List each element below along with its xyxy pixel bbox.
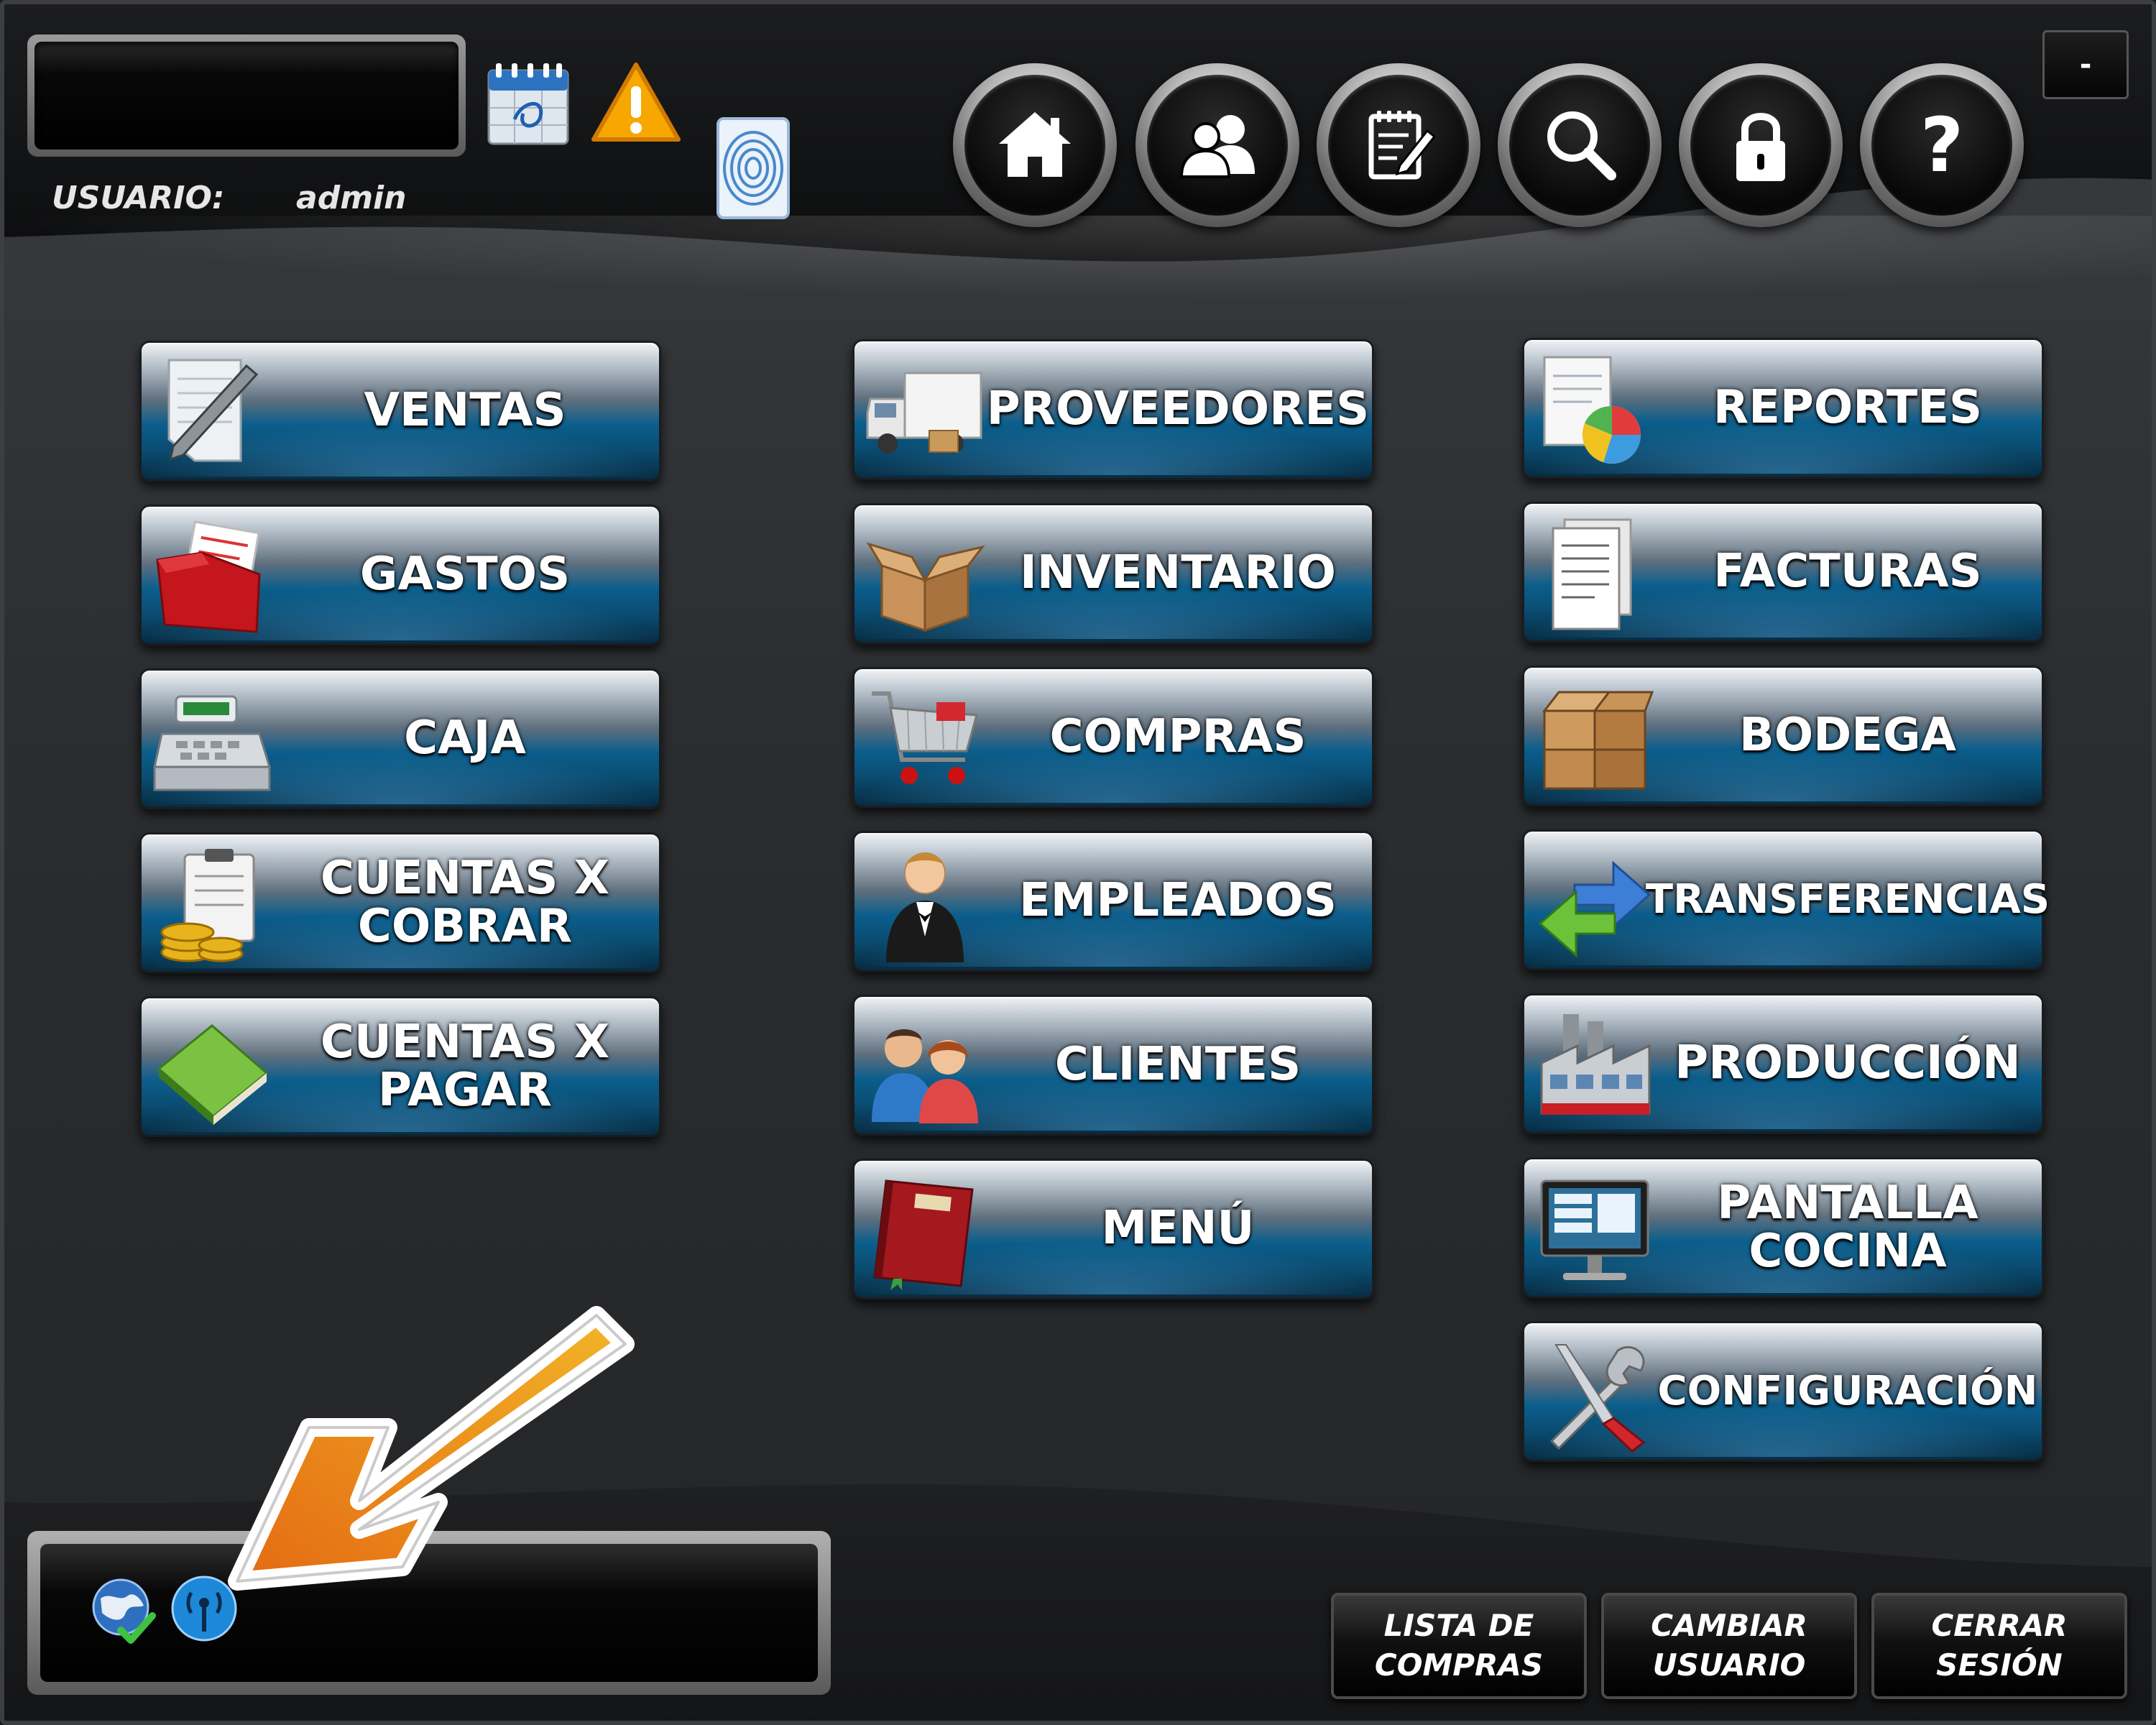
coins-clipboard-icon (152, 845, 272, 965)
tile-cuentas-cobrar[interactable]: CUENTAS X COBRAR (139, 832, 661, 973)
transfer-arrows-icon (1534, 842, 1655, 962)
globe-connected-icon[interactable] (86, 1574, 158, 1646)
tile-transferencias[interactable]: TRANSFERENCIAS (1522, 829, 2050, 970)
tile-label: EMPLEADOS (1019, 874, 1337, 928)
notepad-icon (1368, 111, 1437, 180)
tile-label: MENÚ (1101, 1202, 1255, 1256)
tile-label: GASTOS (359, 548, 571, 602)
report-chart-icon (1534, 350, 1655, 471)
minimize-button[interactable]: - (2042, 30, 2129, 99)
tile-label: CAJA (404, 712, 526, 765)
tile-label: REPORTES (1713, 381, 1983, 435)
tile-label: PRODUCCIÓN (1674, 1036, 2021, 1090)
header-display (27, 34, 466, 157)
tile-label: INVENTARIO (1020, 546, 1336, 600)
green-book-icon (152, 1008, 272, 1129)
help-icon: ? (1920, 102, 1963, 188)
tile-label: PANTALLA COCINA (1717, 1176, 1978, 1278)
shopping-cart-icon (865, 679, 985, 800)
cerrar-sesion-button[interactable]: CERRAR SESIÓN (1871, 1593, 2127, 1699)
tile-label: CUENTAS X COBRAR (320, 851, 610, 953)
fingerprint-icon[interactable] (716, 116, 791, 220)
header-display-screen (34, 42, 459, 150)
help-glyph: ? (1920, 102, 1963, 188)
customers-icon (865, 1007, 985, 1128)
tile-caja[interactable]: CAJA (139, 668, 661, 809)
menu-book-icon (865, 1171, 985, 1292)
tile-reportes[interactable]: REPORTES (1522, 338, 2044, 479)
search-icon (1547, 111, 1616, 180)
nav-home-button[interactable] (953, 63, 1117, 227)
cambiar-usuario-button[interactable]: CAMBIAR USUARIO (1601, 1593, 1857, 1699)
nav-lock-button[interactable] (1679, 63, 1843, 227)
nav-users-button[interactable] (1135, 63, 1299, 227)
open-box-icon (865, 515, 985, 636)
stacked-boxes-icon (1534, 678, 1655, 799)
home-icon (999, 112, 1071, 177)
tile-pantalla-cocina[interactable]: PANTALLA COCINA (1522, 1157, 2044, 1298)
tile-proveedores[interactable]: PROVEEDORES (852, 339, 1374, 480)
tile-produccion[interactable]: PRODUCCIÓN (1522, 993, 2044, 1134)
tile-label: CLIENTES (1054, 1038, 1302, 1092)
tile-label: FACTURAS (1713, 545, 1982, 599)
tile-empleados[interactable]: EMPLEADOS (852, 831, 1374, 972)
tile-label: VENTAS (364, 384, 566, 438)
tile-facturas[interactable]: FACTURAS (1522, 502, 2044, 643)
waiter-icon (865, 843, 985, 964)
tile-bodega[interactable]: BODEGA (1522, 666, 2044, 806)
orange-arrow-icon (223, 1265, 654, 1610)
tile-gastos[interactable]: GASTOS (139, 505, 661, 645)
nav-search-button[interactable] (1498, 63, 1662, 227)
tile-configuracion[interactable]: CONFIGURACIÓN (1522, 1321, 2044, 1462)
tile-label: BODEGA (1738, 709, 1957, 763)
tile-label: COMPRAS (1049, 710, 1307, 764)
user-label: USUARIO: (52, 180, 225, 216)
tile-label: PROVEEDORES (986, 382, 1370, 436)
nav-help-button[interactable]: ? (1860, 63, 2024, 227)
lock-icon (1736, 113, 1785, 181)
tile-cuentas-pagar[interactable]: CUENTAS X PAGAR (139, 996, 661, 1137)
user-name: admin (296, 180, 407, 216)
calendar-icon[interactable] (486, 60, 571, 147)
pen-paper-icon (152, 353, 272, 474)
invoice-icon (1534, 514, 1655, 635)
lista-compras-button[interactable]: LISTA DE COMPRAS (1331, 1593, 1587, 1699)
delivery-truck-icon (865, 351, 985, 472)
factory-icon (1534, 1006, 1655, 1126)
users-icon (1179, 115, 1255, 178)
tile-label: CUENTAS X PAGAR (320, 1015, 610, 1117)
tile-ventas[interactable]: VENTAS (139, 341, 661, 482)
tile-clientes[interactable]: CLIENTES (852, 995, 1374, 1136)
tile-label: CONFIGURACIÓN (1657, 1367, 2038, 1414)
tile-menu[interactable]: MENÚ (852, 1159, 1374, 1300)
nav-notes-button[interactable] (1317, 63, 1480, 227)
main-window: USUARIO: admin ? - VENTAS GASTOS CAJA CU… (0, 0, 2156, 1725)
tools-icon (1534, 1333, 1655, 1454)
warning-icon[interactable] (589, 60, 683, 145)
red-folder-icon (152, 517, 272, 638)
monitor-icon (1534, 1169, 1655, 1290)
tile-inventario[interactable]: INVENTARIO (852, 503, 1374, 644)
tile-label: TRANSFERENCIAS (1645, 875, 2050, 923)
cash-register-icon (152, 681, 272, 801)
tile-compras[interactable]: COMPRAS (852, 667, 1374, 808)
